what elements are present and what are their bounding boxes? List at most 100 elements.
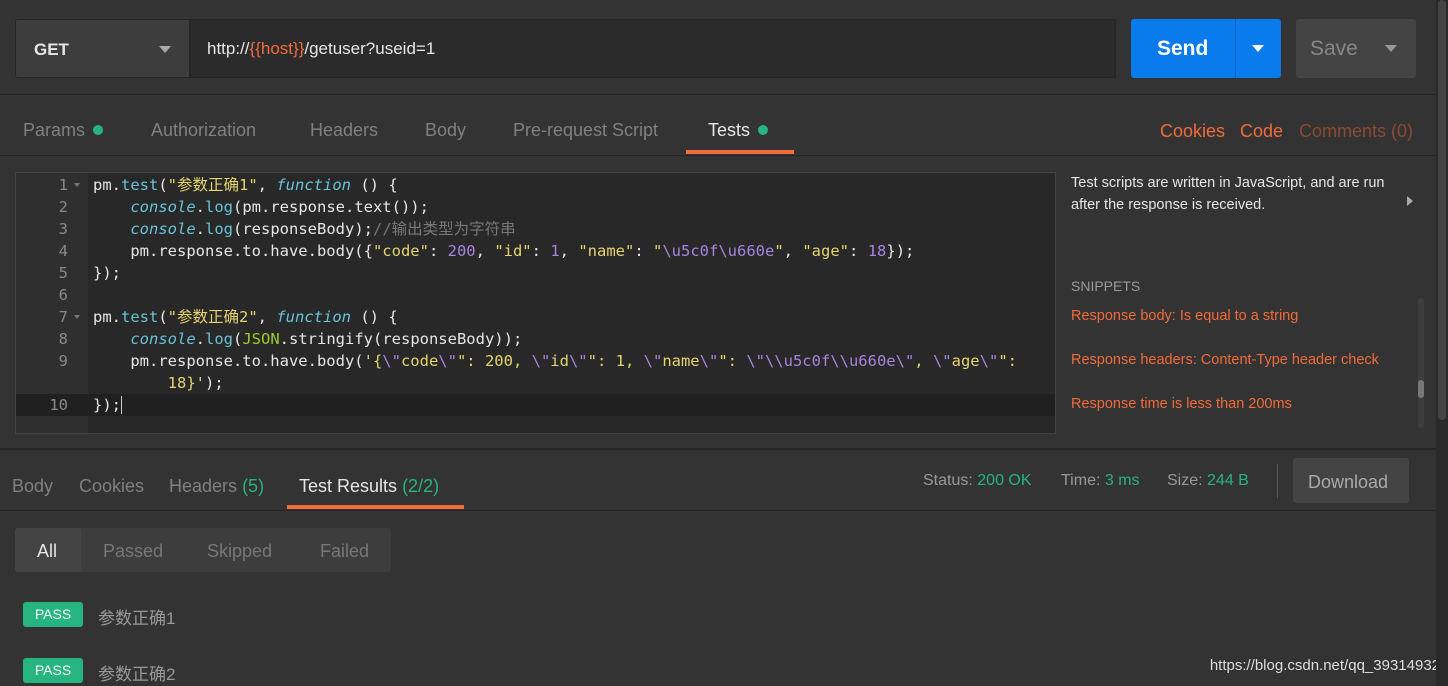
code-line[interactable]: 1 pm.test("参数正确1", function () { bbox=[16, 174, 1055, 196]
chevron-down-icon[interactable] bbox=[1252, 45, 1264, 52]
cookies-link[interactable]: Cookies bbox=[1160, 121, 1225, 142]
tab-params[interactable]: Params bbox=[23, 120, 104, 141]
code-token: " bbox=[774, 242, 784, 260]
filter-all[interactable]: All bbox=[37, 541, 57, 562]
code-token: : bbox=[428, 242, 448, 260]
tab-test-results[interactable]: Test Results (2/2) bbox=[299, 476, 439, 497]
code-token: ": 200, bbox=[456, 352, 532, 370]
tab-response-cookies[interactable]: Cookies bbox=[79, 476, 144, 497]
code-token: \u5c0f\u660e bbox=[662, 242, 775, 260]
code-token: test bbox=[121, 308, 159, 326]
code-line[interactable]: 3 console.log(responseBody);//输出类型为字符串 bbox=[16, 218, 1055, 240]
tab-label: Test Results bbox=[299, 476, 398, 496]
code-token: "参数正确2" bbox=[167, 308, 258, 326]
tab-response-body[interactable]: Body bbox=[12, 476, 53, 497]
code-token: () { bbox=[351, 176, 398, 194]
code-token: "参数正确1" bbox=[167, 176, 258, 194]
snippet-link[interactable]: Response time is less than 200ms bbox=[1071, 396, 1292, 412]
collapse-arrow-icon[interactable] bbox=[1407, 196, 1413, 206]
snippet-link[interactable]: Response headers: Content-Type header ch… bbox=[1071, 352, 1379, 368]
code-token: JSON bbox=[242, 330, 280, 348]
code-token: , bbox=[257, 176, 277, 194]
url-prefix: http:// bbox=[207, 39, 250, 58]
window-scrollbar[interactable] bbox=[1436, 0, 1448, 686]
line-number: 1 bbox=[58, 176, 68, 194]
code-line[interactable]: 8 console.log(JSON.stringify(responseBod… bbox=[16, 328, 1055, 350]
code-token: ": bbox=[718, 352, 747, 370]
code-link[interactable]: Code bbox=[1240, 121, 1283, 142]
code-token: ( bbox=[233, 330, 243, 348]
code-token: , bbox=[257, 308, 277, 326]
tab-response-headers[interactable]: Headers (5) bbox=[169, 476, 264, 497]
code-token: age bbox=[951, 352, 980, 370]
code-line[interactable]: 2 console.log(pm.response.text()); bbox=[16, 196, 1055, 218]
code-token: ": bbox=[998, 352, 1017, 370]
snippets-scrollbar[interactable] bbox=[1418, 298, 1424, 428]
test-script-editor[interactable]: 1 pm.test("参数正确1", function () {2 console… bbox=[15, 172, 1056, 434]
code-token: "id" bbox=[494, 242, 532, 260]
code-token: pm.response.to.have.body({ bbox=[93, 242, 373, 260]
code-token: \" bbox=[438, 352, 457, 370]
code-token: \"\\u5c0f\\u660e\" bbox=[746, 352, 915, 370]
line-number: 4 bbox=[58, 242, 68, 260]
chevron-down-icon bbox=[159, 46, 171, 53]
code-line[interactable]: 9 pm.response.to.have.body('{\"code\"": … bbox=[16, 350, 1055, 372]
test-name: 参数正确2 bbox=[98, 665, 176, 684]
line-number: 6 bbox=[58, 286, 68, 304]
code-token: log bbox=[205, 198, 233, 216]
code-token: pm. bbox=[93, 176, 121, 194]
status-readout: Status: 200 OK bbox=[923, 472, 1032, 489]
tab-count: (2/2) bbox=[402, 476, 440, 496]
fold-arrow-icon[interactable] bbox=[74, 315, 80, 319]
code-token: "code" bbox=[372, 242, 429, 260]
code-token: \" bbox=[531, 352, 551, 370]
line-number: 9 bbox=[58, 352, 68, 370]
code-token: \" bbox=[979, 352, 999, 370]
code-token: }); bbox=[93, 396, 121, 414]
code-token: , bbox=[559, 242, 579, 260]
tab-authorization[interactable]: Authorization bbox=[151, 120, 256, 141]
pass-badge: PASS bbox=[23, 658, 83, 683]
comments-link[interactable]: Comments (0) bbox=[1299, 121, 1413, 142]
code-token: : bbox=[634, 242, 653, 260]
chevron-down-icon[interactable] bbox=[1385, 45, 1397, 52]
snippet-link[interactable]: Response body: Is equal to a string bbox=[1071, 308, 1298, 324]
filter-skipped[interactable]: Skipped bbox=[207, 541, 272, 562]
tab-count: (5) bbox=[242, 476, 265, 496]
code-line[interactable]: 10}); bbox=[16, 394, 1055, 416]
code-line[interactable]: 7 pm.test("参数正确2", function () { bbox=[16, 306, 1055, 328]
tab-headers[interactable]: Headers bbox=[310, 120, 378, 141]
code-token: 18 bbox=[867, 242, 887, 260]
fold-arrow-icon[interactable] bbox=[74, 183, 80, 187]
code-token: console bbox=[130, 198, 196, 216]
code-token: function bbox=[276, 308, 351, 326]
send-button[interactable]: Send bbox=[1131, 19, 1281, 78]
url-input[interactable]: http://{{host}}/getuser?useid=1 bbox=[190, 19, 1116, 78]
code-token: \" bbox=[643, 352, 663, 370]
time-readout: Time: 3 ms bbox=[1061, 472, 1140, 489]
code-token: \" bbox=[568, 352, 588, 370]
method-select[interactable]: GET bbox=[15, 19, 190, 78]
filter-passed[interactable]: Passed bbox=[103, 541, 163, 562]
code-token: test bbox=[121, 176, 159, 194]
download-button[interactable]: Download bbox=[1293, 458, 1409, 503]
code-line[interactable]: 6 bbox=[16, 284, 1055, 306]
code-token: . bbox=[195, 198, 205, 216]
code-token: code bbox=[400, 352, 439, 370]
save-button[interactable]: Save bbox=[1296, 19, 1416, 78]
snippets-heading: SNIPPETS bbox=[1071, 278, 1141, 294]
filter-failed[interactable]: Failed bbox=[320, 541, 369, 562]
code-line[interactable]: 4 pm.response.to.have.body({"code": 200,… bbox=[16, 240, 1055, 262]
size-readout: Size: 244 B bbox=[1167, 472, 1249, 489]
tab-tests[interactable]: Tests bbox=[708, 120, 769, 141]
line-number: 8 bbox=[58, 330, 68, 348]
tab-pre-request-script[interactable]: Pre-request Script bbox=[513, 120, 658, 141]
code-line[interactable]: 5}); bbox=[16, 262, 1055, 284]
code-token: .stringify(responseBody)); bbox=[279, 330, 523, 348]
test-name: 参数正确1 bbox=[98, 609, 176, 628]
code-line[interactable]: 18}'); bbox=[16, 372, 1055, 394]
code-token: , bbox=[475, 242, 495, 260]
tab-body[interactable]: Body bbox=[425, 120, 466, 141]
request-bar: GET http://{{host}}/getuser?useid=1 Send… bbox=[0, 0, 1448, 95]
